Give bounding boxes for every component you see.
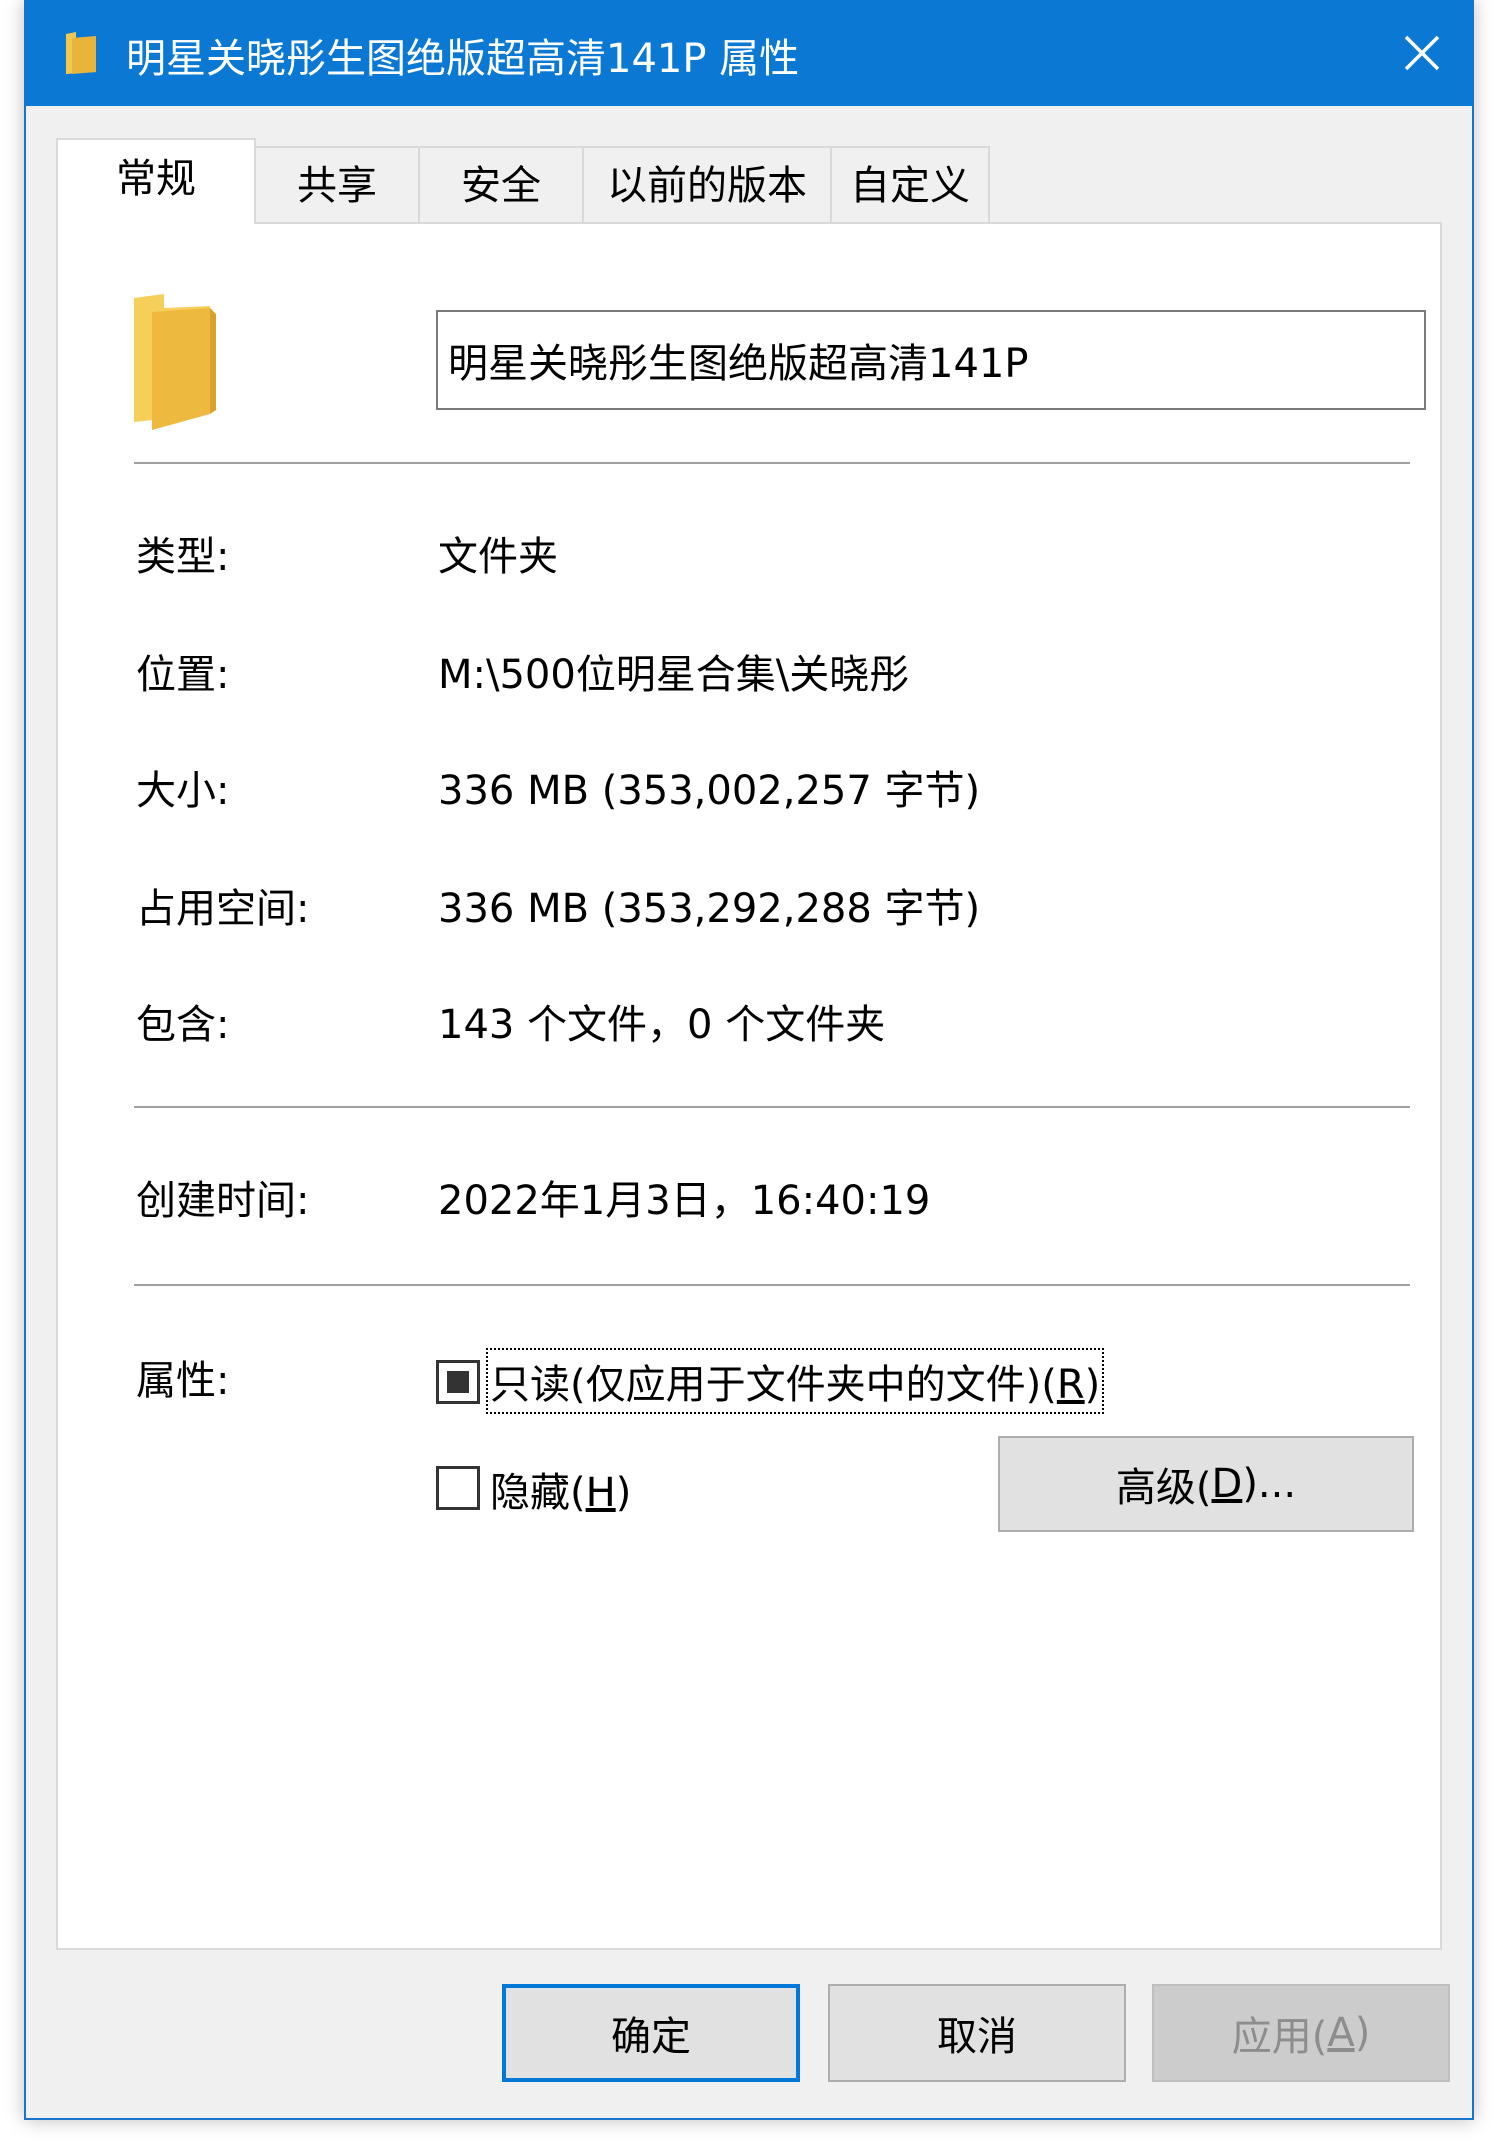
tab-general[interactable]: 常规 (56, 138, 256, 224)
divider (134, 1284, 1410, 1286)
hidden-checkbox[interactable] (436, 1466, 480, 1510)
divider (134, 1106, 1410, 1108)
readonly-checkbox[interactable] (436, 1360, 480, 1404)
folder-name-input[interactable] (436, 310, 1426, 410)
size-on-disk-value: 336 MB (353,292,288 字节) (438, 886, 981, 932)
created-label: 创建时间: (136, 1178, 310, 1224)
size-value: 336 MB (353,002,257 字节) (438, 768, 981, 814)
advanced-button[interactable]: 高级(D)... (998, 1436, 1414, 1532)
contains-value: 143 个文件，0 个文件夹 (438, 1002, 886, 1048)
type-value: 文件夹 (438, 534, 558, 580)
contains-label: 包含: (136, 1002, 230, 1048)
ok-button[interactable]: 确定 (502, 1984, 800, 2082)
window-title: 明星关晓彤生图绝版超高清141P 属性 (126, 36, 800, 82)
tab-sharing[interactable]: 共享 (254, 146, 420, 222)
folder-icon (66, 32, 96, 74)
size-label: 大小: (136, 768, 230, 814)
location-label: 位置: (136, 652, 230, 698)
readonly-label[interactable]: 只读(仅应用于文件夹中的文件)(R) (485, 1348, 1105, 1414)
location-value: M:\500位明星合集\关晓彤 (438, 652, 910, 698)
attributes-label: 属性: (136, 1358, 230, 1404)
type-label: 类型: (136, 534, 230, 580)
divider (134, 462, 1410, 464)
title-bar[interactable]: 明星关晓彤生图绝版超高清141P 属性 (26, 0, 1472, 106)
properties-dialog: 明星关晓彤生图绝版超高清141P 属性 常规 共享 安全 以前的版本 自定义 类… (24, 0, 1474, 2120)
cancel-button[interactable]: 取消 (828, 1984, 1126, 2082)
general-panel: 类型: 文件夹 位置: M:\500位明星合集\关晓彤 大小: 336 MB (… (56, 222, 1442, 1950)
tab-customize[interactable]: 自定义 (830, 146, 990, 222)
created-value: 2022年1月3日，16:40:19 (438, 1178, 931, 1224)
tab-security[interactable]: 安全 (418, 146, 584, 222)
apply-button[interactable]: 应用(A) (1152, 1984, 1450, 2082)
tab-previous-versions[interactable]: 以前的版本 (582, 146, 832, 222)
close-button[interactable] (1372, 0, 1472, 106)
folder-icon (134, 294, 216, 430)
size-on-disk-label: 占用空间: (136, 886, 310, 932)
close-icon (1404, 35, 1440, 71)
hidden-label[interactable]: 隐藏(H) (490, 1460, 631, 1518)
